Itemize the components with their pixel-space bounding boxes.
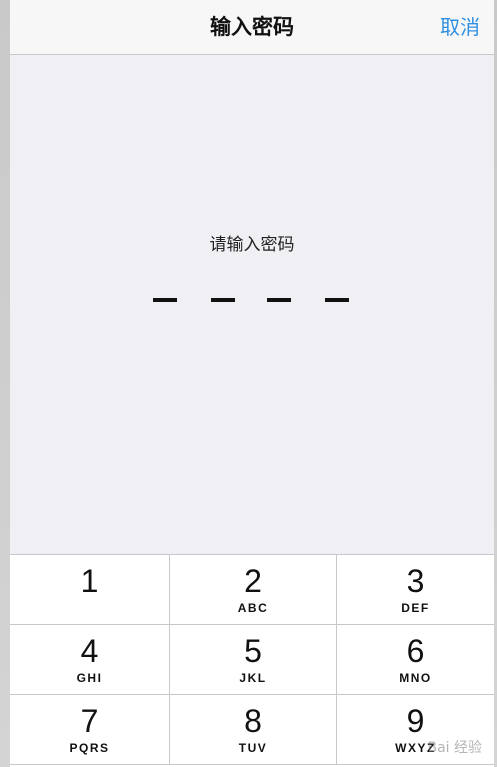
- navigation-bar: 输入密码 取消: [10, 0, 494, 55]
- passcode-indicator: [153, 298, 353, 304]
- passcode-slot: [153, 298, 177, 302]
- key-7[interactable]: 7 PQRS: [10, 695, 170, 765]
- key-letters: JKL: [239, 671, 267, 685]
- key-6[interactable]: 6 MNO: [337, 625, 494, 695]
- key-letters: PQRS: [69, 741, 110, 755]
- key-letters: DEF: [401, 601, 430, 615]
- cancel-button[interactable]: 取消: [440, 0, 480, 54]
- passcode-slot: [267, 298, 291, 302]
- key-8[interactable]: 8 TUV: [170, 695, 337, 765]
- passcode-prompt: 请输入密码: [209, 235, 295, 255]
- watermark: Bai 经验: [427, 740, 482, 756]
- numeric-keypad: 1 2 ABC 3 DEF 4 GHI 5 JKL 6 MNO 7 PQRS 8…: [10, 554, 494, 767]
- passcode-slot: [211, 298, 235, 302]
- key-letters: ABC: [237, 601, 269, 615]
- key-digit: 4: [80, 633, 99, 669]
- key-5[interactable]: 5 JKL: [170, 625, 337, 695]
- key-digit: 5: [244, 633, 262, 669]
- key-digit: 9: [406, 703, 425, 739]
- key-digit: 3: [406, 563, 425, 599]
- key-digit: 2: [244, 563, 262, 599]
- key-digit: 7: [80, 703, 99, 739]
- background-edge-left: [0, 0, 10, 767]
- key-3[interactable]: 3 DEF: [337, 555, 494, 625]
- page-title: 输入密码: [210, 15, 294, 39]
- key-digit: 1: [80, 563, 99, 599]
- key-letters: MNO: [399, 671, 432, 685]
- key-2[interactable]: 2 ABC: [170, 555, 337, 625]
- passcode-sheet: 输入密码 取消 请输入密码 1 2 ABC 3 DEF 4 GHI 5 JKL: [10, 0, 494, 767]
- key-letters: TUV: [238, 741, 268, 755]
- key-4[interactable]: 4 GHI: [10, 625, 170, 695]
- key-letters: GHI: [76, 671, 103, 685]
- key-digit: 6: [406, 633, 425, 669]
- key-1[interactable]: 1: [10, 555, 170, 625]
- key-digit: 8: [244, 703, 262, 739]
- passcode-slot: [325, 298, 349, 302]
